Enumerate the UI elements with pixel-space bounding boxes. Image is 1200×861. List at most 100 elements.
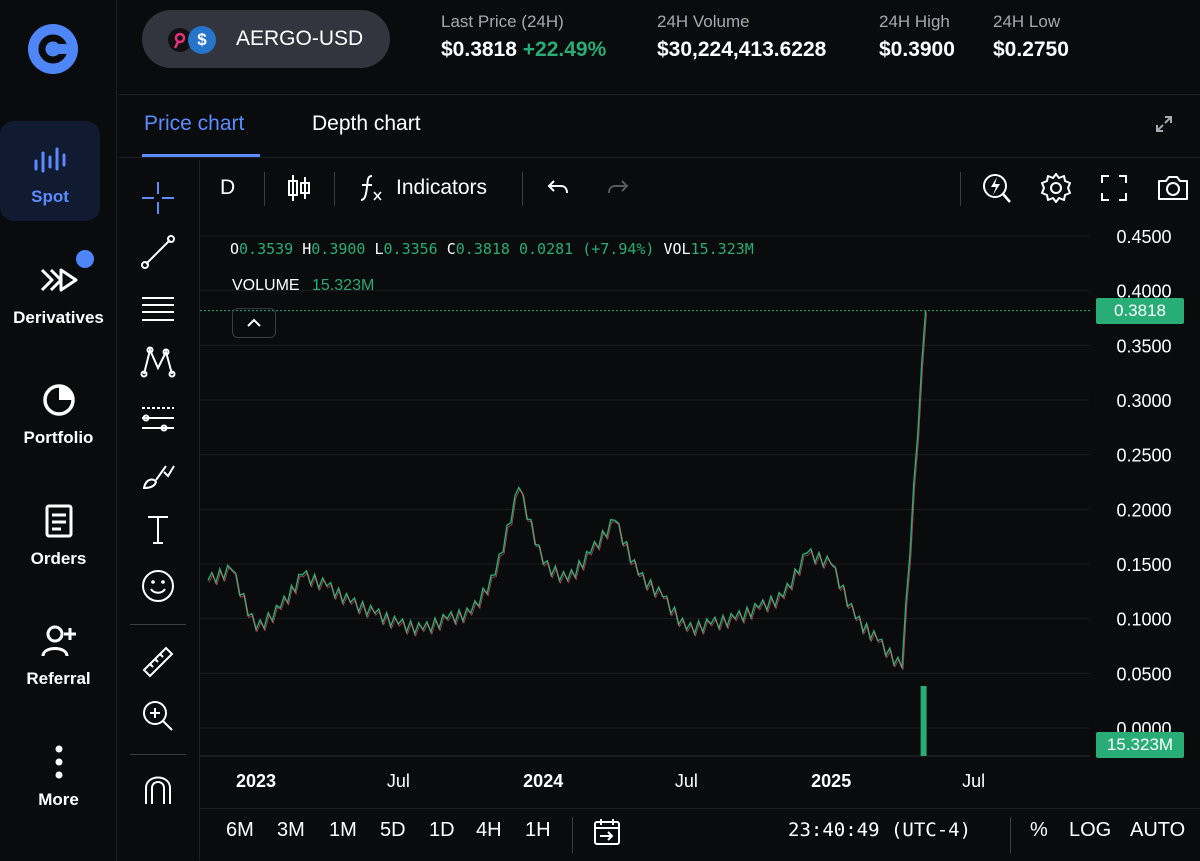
expand-icon[interactable]	[1154, 114, 1174, 134]
range-4h[interactable]: 4H	[476, 819, 502, 842]
screenshot-button[interactable]	[1156, 160, 1190, 216]
x-tick-label: 2023	[236, 771, 276, 791]
stat-last-price: Last Price (24H) $0.3818 +22.49%	[441, 12, 606, 62]
nav-portfolio[interactable]: Portfolio	[0, 362, 117, 462]
measure-tool[interactable]	[136, 640, 180, 684]
emoji-tool[interactable]	[136, 564, 180, 608]
brush-icon	[142, 465, 175, 490]
stat-24h-volume: 24H Volume $30,224,413.6228	[657, 12, 826, 62]
collapse-legend-button[interactable]	[232, 308, 276, 338]
usd-token-icon: $	[188, 26, 216, 54]
volume-bar	[920, 686, 927, 756]
x-tick-label: 2025	[811, 771, 851, 791]
interval-selector[interactable]: D	[220, 160, 235, 216]
price-line-down	[208, 312, 927, 671]
active-tab-indicator	[142, 154, 260, 157]
legend-change: 0.0281 (+7.94%)	[519, 240, 655, 258]
nav-label: Spot	[31, 187, 69, 206]
coinbase-logo[interactable]	[28, 24, 78, 74]
pair-selector[interactable]: $ AERGO-USD	[142, 10, 390, 68]
crosshair-tool[interactable]	[136, 176, 180, 220]
undo-icon	[547, 180, 568, 194]
forecast-tool[interactable]	[136, 396, 180, 440]
legend-close-value: 0.3818	[455, 240, 510, 258]
date-range-icon[interactable]	[592, 817, 622, 847]
nav-more[interactable]: More	[0, 724, 117, 824]
toolbar-divider	[130, 754, 186, 755]
volume-label: VOLUME	[232, 277, 300, 294]
fib-retracement-tool[interactable]	[136, 286, 180, 330]
zoom-tool[interactable]	[136, 694, 180, 738]
legend-vol-label: VOL	[663, 240, 691, 258]
pattern-tool[interactable]	[136, 340, 180, 384]
x-tick-label: Jul	[962, 771, 985, 791]
stat-label: 24H Low	[993, 12, 1061, 31]
settings-button[interactable]	[1040, 160, 1072, 216]
brush-tool[interactable]	[136, 452, 180, 496]
nav-orders[interactable]: Orders	[0, 483, 117, 583]
legend-high-value: 0.3900	[311, 240, 366, 258]
text-icon	[148, 516, 168, 544]
range-6m[interactable]: 6M	[226, 819, 254, 842]
toolbar-divider	[130, 624, 186, 625]
y-tick-label: 0.3000	[1116, 391, 1171, 411]
legend-low-label: L	[374, 240, 384, 258]
nav-derivatives[interactable]: Derivatives	[0, 242, 117, 342]
lightning-search-icon	[983, 174, 1011, 203]
redo-button[interactable]	[606, 160, 630, 216]
range-1m[interactable]: 1M	[329, 819, 357, 842]
fullscreen-button[interactable]	[1100, 160, 1128, 216]
horizontal-lines-icon	[142, 297, 174, 321]
left-nav: Spot Derivatives Portfolio Orders Referr…	[0, 0, 117, 861]
chart-canvas[interactable]: 0.45000.40000.35000.30000.25000.20000.15…	[200, 216, 1200, 806]
range-5d[interactable]: 5D	[380, 819, 406, 842]
range-1h[interactable]: 1H	[525, 819, 551, 842]
trend-line-icon	[141, 235, 175, 269]
derivatives-icon	[40, 268, 77, 292]
y-tick-label: 0.2500	[1116, 446, 1171, 466]
text-tool[interactable]	[136, 508, 180, 552]
log-toggle[interactable]: LOG	[1069, 819, 1111, 842]
percent-toggle[interactable]: %	[1030, 819, 1048, 842]
tab-depth-chart[interactable]: Depth chart	[312, 112, 421, 136]
tab-price-chart[interactable]: Price chart	[144, 112, 244, 136]
y-tick-label: 0.0500	[1116, 664, 1171, 684]
ruler-icon	[142, 646, 174, 678]
legend-open-label: O	[230, 240, 240, 258]
nav-spot[interactable]: Spot	[0, 121, 100, 221]
stat-24h-high: 24H High $0.3900	[879, 12, 955, 62]
auto-toggle[interactable]: AUTO	[1130, 819, 1185, 842]
nav-label: Referral	[26, 669, 91, 688]
chart-type-button[interactable]	[286, 160, 312, 216]
y-tick-label: 0.2000	[1116, 500, 1171, 520]
magnet-tool[interactable]	[136, 768, 180, 812]
x-tick-label: Jul	[675, 771, 698, 791]
fullscreen-icon	[1101, 175, 1127, 201]
stat-value: $0.3900	[879, 38, 955, 61]
stat-label: 24H Volume	[657, 12, 750, 31]
notification-dot	[76, 250, 94, 268]
alert-button[interactable]	[982, 160, 1012, 216]
y-tick-label: 0.3500	[1116, 336, 1171, 356]
chart-toolbar: D Indicators	[200, 160, 1200, 216]
legend-high-label: H	[302, 240, 312, 258]
nav-referral[interactable]: Referral	[0, 603, 117, 703]
indicators-button[interactable]: Indicators	[358, 160, 487, 216]
function-icon	[360, 175, 382, 201]
undo-button[interactable]	[546, 160, 570, 216]
drawing-toolbar	[118, 160, 200, 860]
price-line	[207, 310, 927, 669]
chart-clock: 23:40:49 (UTC-4)	[788, 819, 972, 841]
nav-label: Orders	[30, 549, 87, 568]
volume-legend: VOLUME 15.323M	[232, 277, 374, 295]
price-chart[interactable]: 0.4500 0.4000 0.3500 0.3000 0.2500 0.2000 0.15…	[200, 216, 1200, 791]
trend-line-tool[interactable]	[136, 230, 180, 274]
range-3m[interactable]: 3M	[277, 819, 305, 842]
gear-icon	[1041, 173, 1071, 203]
stat-value: $0.2750	[993, 38, 1069, 61]
last-price-tag: 0.3818	[1096, 297, 1184, 324]
crosshair-icon	[142, 182, 174, 214]
bar-chart-icon	[34, 147, 66, 173]
range-1d[interactable]: 1D	[429, 819, 455, 842]
y-tick-label: 0.1500	[1116, 555, 1171, 575]
